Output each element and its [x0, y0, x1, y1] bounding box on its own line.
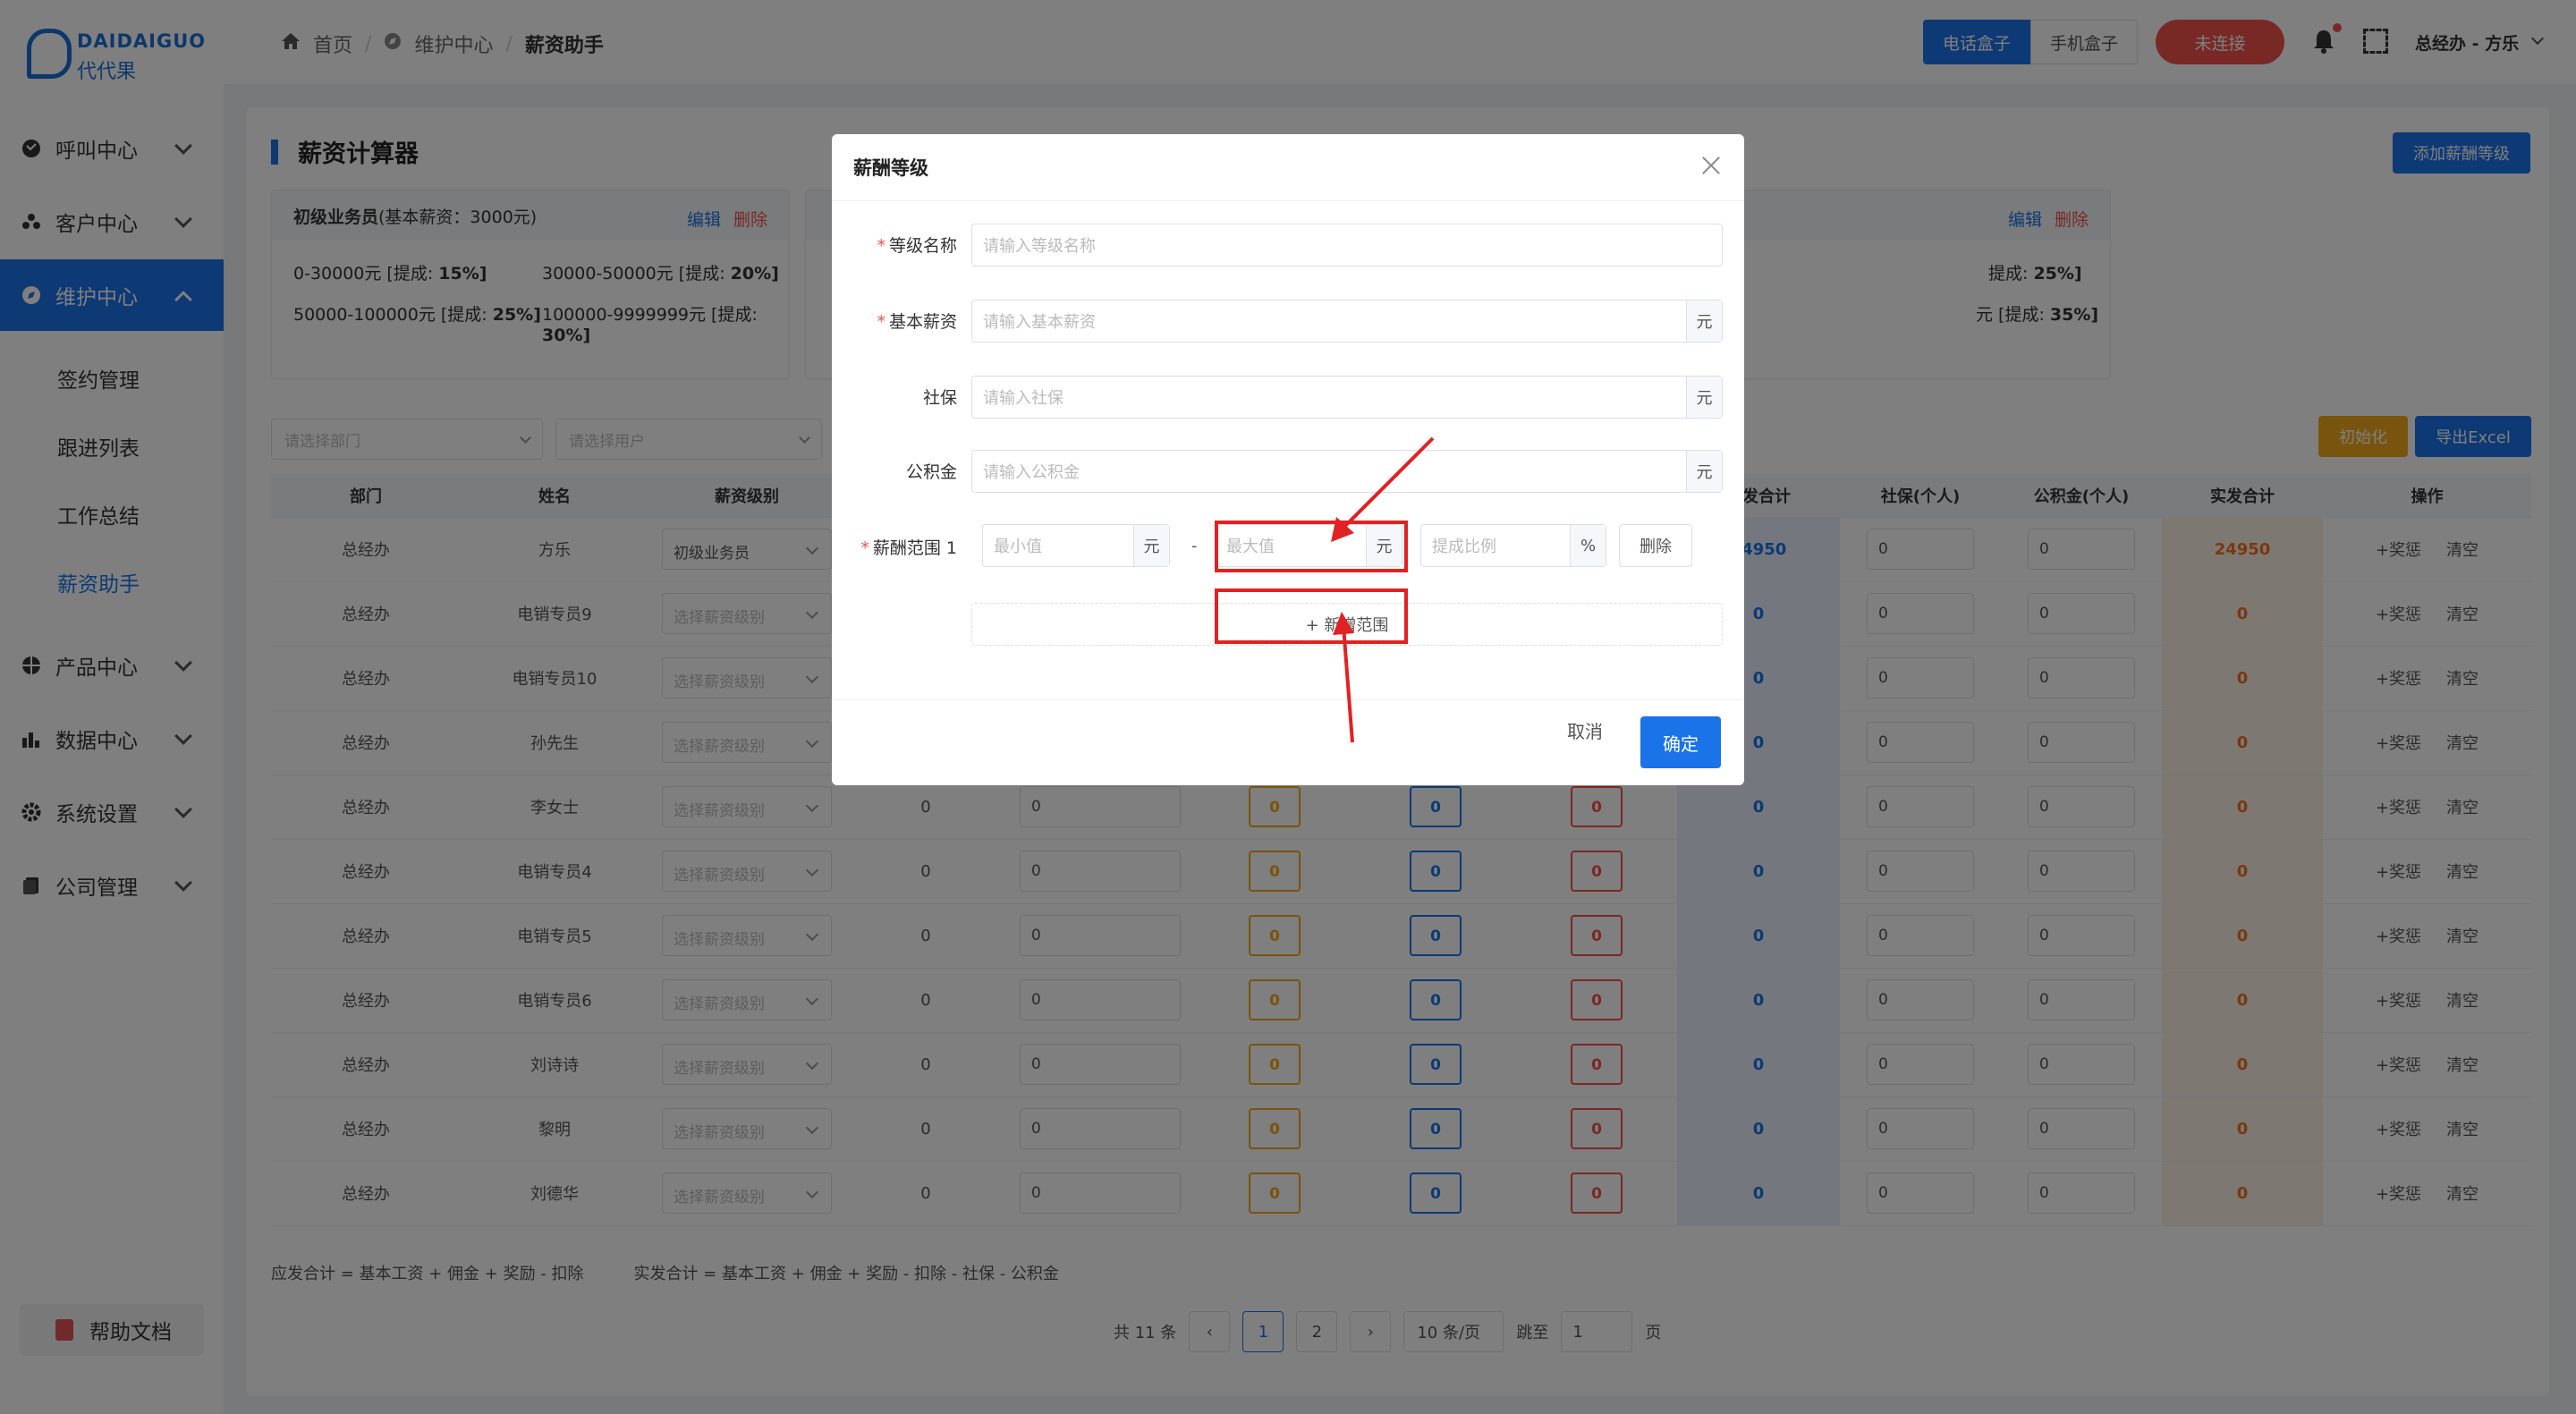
arrow-line — [1342, 625, 1354, 743]
annotation-arrows — [1331, 436, 1435, 743]
arrow-head — [1333, 612, 1354, 635]
arrow-line — [1338, 436, 1435, 533]
